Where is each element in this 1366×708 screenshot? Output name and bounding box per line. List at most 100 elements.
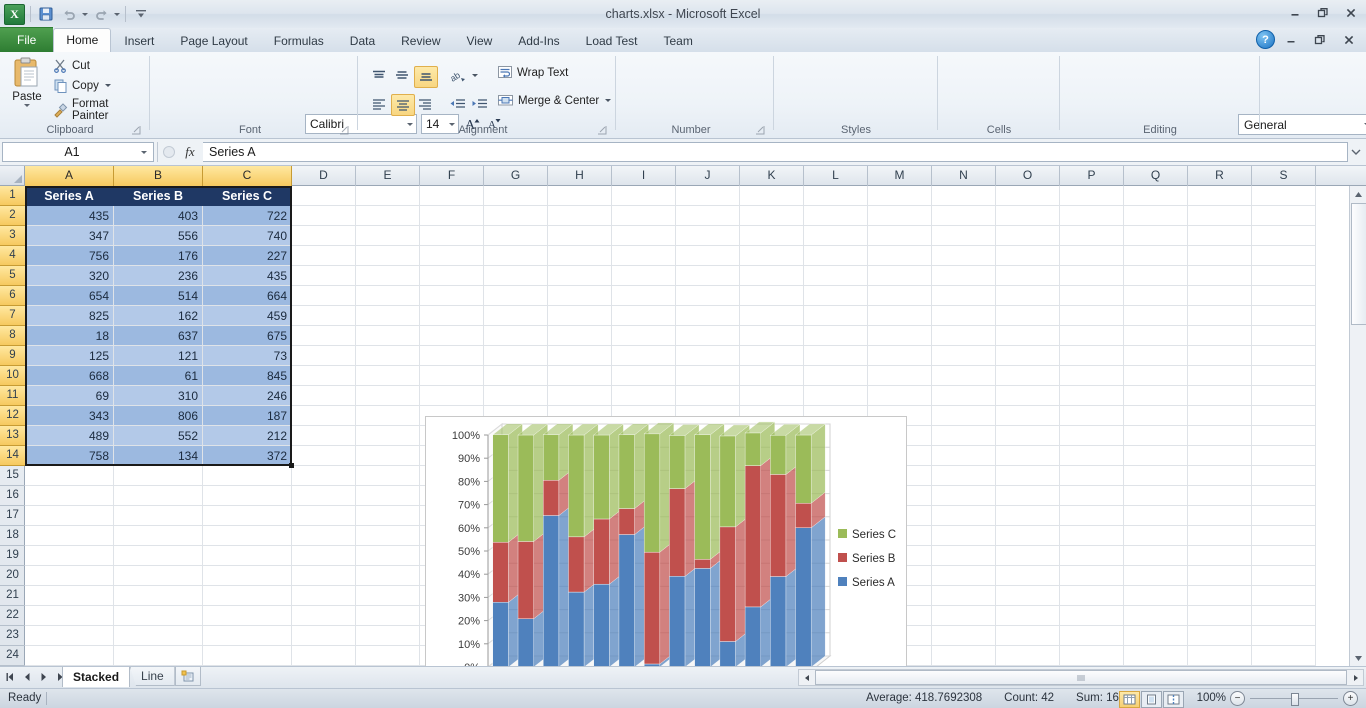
cell-Q5[interactable] bbox=[1124, 266, 1188, 286]
cell-N16[interactable] bbox=[932, 486, 996, 506]
cell-C22[interactable] bbox=[203, 606, 292, 626]
cell-C5[interactable]: 435 bbox=[203, 266, 292, 286]
cell-E23[interactable] bbox=[356, 626, 420, 646]
ribbon-restore-button[interactable] bbox=[1307, 30, 1333, 49]
cell-F11[interactable] bbox=[420, 386, 484, 406]
cell-P5[interactable] bbox=[1060, 266, 1124, 286]
cell-O18[interactable] bbox=[996, 526, 1060, 546]
cell-D19[interactable] bbox=[292, 546, 356, 566]
cell-P15[interactable] bbox=[1060, 466, 1124, 486]
cell-O3[interactable] bbox=[996, 226, 1060, 246]
cell-L8[interactable] bbox=[804, 326, 868, 346]
row-header-18[interactable]: 18 bbox=[0, 526, 25, 546]
row-header-7[interactable]: 7 bbox=[0, 306, 25, 326]
cell-R24[interactable] bbox=[1188, 646, 1252, 666]
ribbon-close-button[interactable] bbox=[1336, 30, 1362, 49]
cell-N14[interactable] bbox=[932, 446, 996, 466]
cell-P3[interactable] bbox=[1060, 226, 1124, 246]
cell-D15[interactable] bbox=[292, 466, 356, 486]
bar-front-Series A-6[interactable] bbox=[619, 535, 635, 666]
decrease-indent-button[interactable] bbox=[446, 94, 468, 114]
cell-F5[interactable] bbox=[420, 266, 484, 286]
column-header-A[interactable]: A bbox=[25, 166, 114, 186]
row-header-19[interactable]: 19 bbox=[0, 546, 25, 566]
cell-E2[interactable] bbox=[356, 206, 420, 226]
paste-button[interactable]: Paste bbox=[6, 56, 48, 107]
cell-D8[interactable] bbox=[292, 326, 356, 346]
cell-C18[interactable] bbox=[203, 526, 292, 546]
cell-C21[interactable] bbox=[203, 586, 292, 606]
cell-L9[interactable] bbox=[804, 346, 868, 366]
cell-P13[interactable] bbox=[1060, 426, 1124, 446]
cell-N21[interactable] bbox=[932, 586, 996, 606]
cell-F7[interactable] bbox=[420, 306, 484, 326]
cell-R17[interactable] bbox=[1188, 506, 1252, 526]
cell-F8[interactable] bbox=[420, 326, 484, 346]
paste-dropdown-icon[interactable] bbox=[24, 104, 30, 107]
chart-object[interactable]: 0%10%20%30%40%50%60%70%80%90%100%1234567… bbox=[425, 416, 907, 666]
tab-home[interactable]: Home bbox=[53, 28, 111, 52]
cell-S2[interactable] bbox=[1252, 206, 1316, 226]
merge-center-dropdown-icon[interactable] bbox=[605, 99, 611, 102]
cell-D23[interactable] bbox=[292, 626, 356, 646]
row-header-1[interactable]: 1 bbox=[0, 186, 25, 206]
cell-S19[interactable] bbox=[1252, 546, 1316, 566]
name-box-dropdown-icon[interactable] bbox=[141, 151, 147, 154]
cell-O17[interactable] bbox=[996, 506, 1060, 526]
cell-O10[interactable] bbox=[996, 366, 1060, 386]
bar-front-Series A-10[interactable] bbox=[720, 641, 736, 666]
bar-front-Series C-5[interactable] bbox=[594, 435, 610, 519]
cell-O5[interactable] bbox=[996, 266, 1060, 286]
cell-B10[interactable]: 61 bbox=[114, 366, 203, 386]
zoom-level-label[interactable]: 100% bbox=[1197, 689, 1226, 708]
cell-S11[interactable] bbox=[1252, 386, 1316, 406]
zoom-thumb[interactable] bbox=[1291, 693, 1299, 706]
cell-B12[interactable]: 806 bbox=[114, 406, 203, 426]
row-header-13[interactable]: 13 bbox=[0, 426, 25, 446]
bar-front-Series B-8[interactable] bbox=[669, 489, 685, 577]
first-sheet-button[interactable] bbox=[4, 670, 15, 684]
cell-R4[interactable] bbox=[1188, 246, 1252, 266]
cell-F6[interactable] bbox=[420, 286, 484, 306]
cell-G2[interactable] bbox=[484, 206, 548, 226]
tab-load-test[interactable]: Load Test bbox=[573, 29, 651, 52]
tab-formulas[interactable]: Formulas bbox=[261, 29, 337, 52]
select-all-button[interactable] bbox=[0, 166, 25, 186]
cell-H8[interactable] bbox=[548, 326, 612, 346]
cell-E5[interactable] bbox=[356, 266, 420, 286]
cell-N15[interactable] bbox=[932, 466, 996, 486]
bar-front-Series C-3[interactable] bbox=[543, 435, 559, 480]
zoom-in-button[interactable]: + bbox=[1343, 691, 1358, 706]
cell-B17[interactable] bbox=[114, 506, 203, 526]
cell-E10[interactable] bbox=[356, 366, 420, 386]
cell-J9[interactable] bbox=[676, 346, 740, 366]
cell-E14[interactable] bbox=[356, 446, 420, 466]
bar-front-Series C-13[interactable] bbox=[796, 435, 812, 503]
cell-Q6[interactable] bbox=[1124, 286, 1188, 306]
cell-P7[interactable] bbox=[1060, 306, 1124, 326]
cell-R20[interactable] bbox=[1188, 566, 1252, 586]
cell-Q4[interactable] bbox=[1124, 246, 1188, 266]
column-header-K[interactable]: K bbox=[740, 166, 804, 186]
cell-A5[interactable]: 320 bbox=[25, 266, 114, 286]
column-header-P[interactable]: P bbox=[1060, 166, 1124, 186]
help-icon[interactable]: ? bbox=[1256, 30, 1275, 49]
cell-Q8[interactable] bbox=[1124, 326, 1188, 346]
cell-Q9[interactable] bbox=[1124, 346, 1188, 366]
cell-N2[interactable] bbox=[932, 206, 996, 226]
bar-front-Series B-10[interactable] bbox=[720, 527, 736, 642]
cell-E9[interactable] bbox=[356, 346, 420, 366]
cell-D4[interactable] bbox=[292, 246, 356, 266]
cell-R2[interactable] bbox=[1188, 206, 1252, 226]
cell-D22[interactable] bbox=[292, 606, 356, 626]
cell-A22[interactable] bbox=[25, 606, 114, 626]
bar-front-Series A-12[interactable] bbox=[770, 577, 786, 666]
cell-O12[interactable] bbox=[996, 406, 1060, 426]
cell-K6[interactable] bbox=[740, 286, 804, 306]
cell-H1[interactable] bbox=[548, 186, 612, 206]
page-break-view-button[interactable] bbox=[1163, 691, 1184, 708]
tab-review[interactable]: Review bbox=[388, 29, 453, 52]
cell-R23[interactable] bbox=[1188, 626, 1252, 646]
cell-Q17[interactable] bbox=[1124, 506, 1188, 526]
cell-R13[interactable] bbox=[1188, 426, 1252, 446]
